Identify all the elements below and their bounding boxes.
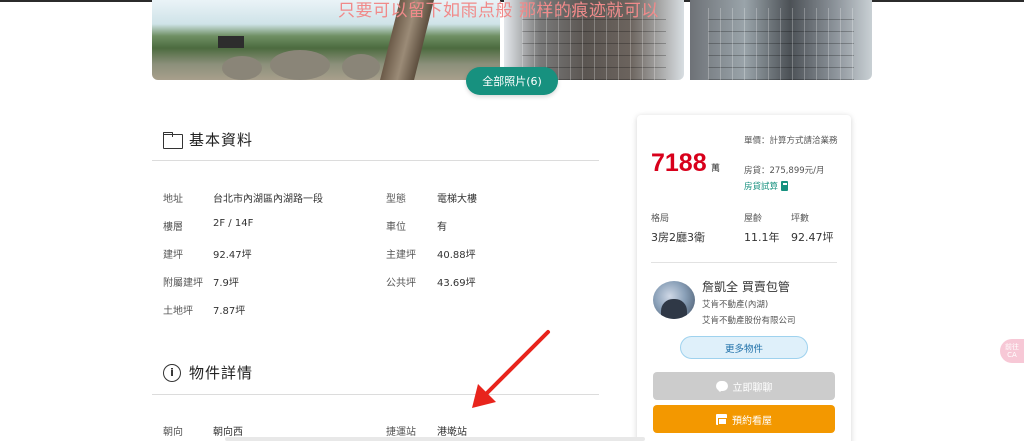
chat-bubble-icon bbox=[715, 381, 728, 392]
card-divider bbox=[651, 262, 837, 263]
bench-shape bbox=[218, 36, 244, 48]
mrt-value: 港墘站 bbox=[437, 427, 467, 438]
floor-value: 2F / 14F bbox=[213, 218, 254, 229]
layout-label: 格局 bbox=[651, 214, 670, 224]
age-label: 屋齡 bbox=[744, 214, 763, 224]
public-area-value: 43.69坪 bbox=[437, 278, 476, 289]
agent-avatar[interactable] bbox=[653, 281, 695, 319]
address-label: 地址 bbox=[163, 194, 183, 205]
floor-label: 樓層 bbox=[163, 222, 183, 233]
loan-text: 房貸：275,899元/月 bbox=[744, 166, 825, 176]
info-icon: i bbox=[163, 363, 181, 382]
area-value: 92.47坪 bbox=[791, 231, 834, 244]
calculator-icon bbox=[781, 181, 789, 191]
chat-now-label: 立即聊聊 bbox=[732, 382, 773, 394]
listing-card: 7188 萬 單價：計算方式請洽業務 房貸：275,899元/月 房貸試算 格局… bbox=[637, 115, 851, 441]
layout-value: 3房2廳3衛 bbox=[651, 231, 705, 244]
book-viewing-button[interactable]: 預約看屋 bbox=[653, 405, 835, 433]
calendar-icon bbox=[716, 413, 727, 425]
property-details-heading: i 物件詳情 bbox=[163, 362, 253, 383]
land-area-label: 土地坪 bbox=[163, 306, 193, 317]
auxiliary-area-value: 7.9坪 bbox=[213, 278, 239, 289]
orientation-value: 朝向西 bbox=[213, 427, 243, 438]
orientation-label: 朝向 bbox=[163, 427, 183, 438]
building-area-label: 建坪 bbox=[163, 250, 183, 261]
type-label: 型態 bbox=[386, 194, 406, 205]
building-windows bbox=[708, 8, 854, 80]
agent-branch: 艾肯不動產(內湖) bbox=[702, 300, 769, 310]
rock-shape bbox=[342, 54, 380, 80]
land-area-value: 7.87坪 bbox=[213, 306, 246, 317]
main-area-value: 40.88坪 bbox=[437, 250, 476, 261]
parking-label: 車位 bbox=[386, 222, 406, 233]
basic-info-heading: 基本資料 bbox=[163, 129, 253, 150]
price-value: 7188 bbox=[651, 149, 707, 177]
agent-name: 詹凱全 買賣包管 bbox=[702, 280, 790, 294]
agent-company: 艾肯不動產股份有限公司 bbox=[702, 316, 796, 326]
section-divider bbox=[152, 160, 599, 161]
all-photos-button[interactable]: 全部照片(6) bbox=[466, 67, 558, 95]
address-value: 台北市內湖區內湖路一段 bbox=[213, 194, 323, 205]
mrt-label: 捷運站 bbox=[386, 427, 416, 438]
public-area-label: 公共坪 bbox=[386, 278, 416, 289]
property-details-title: 物件詳情 bbox=[189, 364, 254, 382]
basic-info-title: 基本資料 bbox=[189, 131, 254, 149]
chat-now-button[interactable]: 立即聊聊 bbox=[653, 372, 835, 400]
area-label: 坪數 bbox=[791, 214, 810, 224]
type-value: 電梯大樓 bbox=[437, 194, 477, 205]
floating-side-button[interactable]: 前往 CA bbox=[1000, 339, 1024, 363]
photo-building-entrance[interactable] bbox=[690, 0, 872, 80]
building-area-value: 92.47坪 bbox=[213, 250, 252, 261]
more-listings-button[interactable]: 更多物件 bbox=[680, 336, 808, 359]
folder-icon bbox=[163, 132, 183, 149]
loan-calculator-link[interactable]: 房貸試算 bbox=[744, 180, 789, 192]
age-value: 11.1年 bbox=[744, 231, 780, 244]
loan-calc-label: 房貸試算 bbox=[744, 182, 779, 192]
rock-shape bbox=[222, 56, 262, 80]
auxiliary-area-label: 附屬建坪 bbox=[163, 278, 203, 289]
parking-value: 有 bbox=[437, 222, 447, 233]
overlay-caption: 只要可以留下如雨点般 那样的痕迹就可以 bbox=[338, 1, 659, 21]
book-viewing-label: 預約看屋 bbox=[732, 415, 772, 427]
bottom-scrollbar[interactable] bbox=[225, 437, 645, 441]
price-unit: 萬 bbox=[711, 164, 721, 174]
main-area-label: 主建坪 bbox=[386, 250, 416, 261]
red-arrow-annotation bbox=[472, 330, 550, 408]
unit-price-text: 單價：計算方式請洽業務 bbox=[744, 136, 838, 146]
rock-shape bbox=[270, 50, 330, 80]
